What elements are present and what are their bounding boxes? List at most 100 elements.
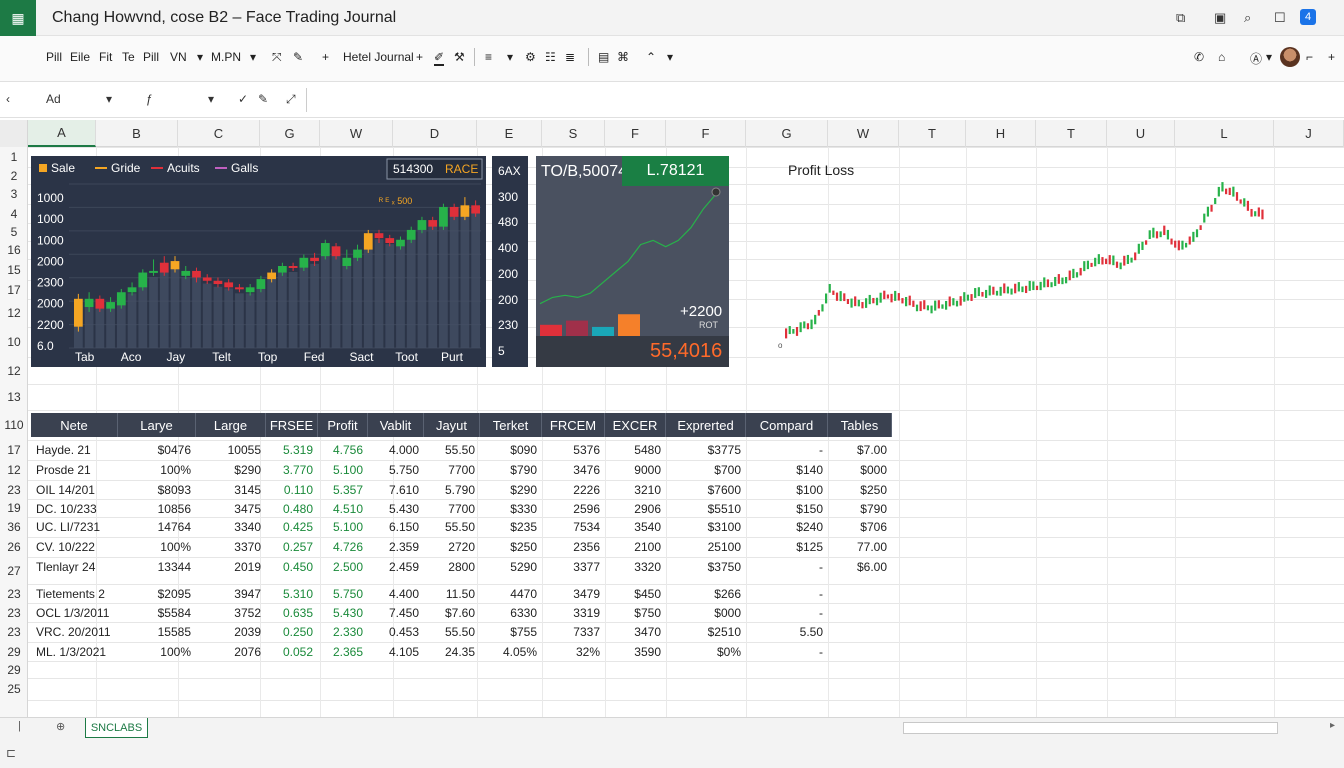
table-cell[interactable]: 3947 xyxy=(201,585,261,603)
function-icon[interactable]: ƒ xyxy=(146,92,153,106)
table-cell[interactable]: 2100 xyxy=(610,538,661,556)
list-icon[interactable]: ☷ xyxy=(545,50,556,64)
table-cell[interactable]: $100 xyxy=(751,481,823,499)
row-header-23[interactable]: 23 xyxy=(0,606,28,620)
table-row-name[interactable]: Tlenlayr 24 xyxy=(36,558,113,576)
table-header-compard[interactable]: Compard xyxy=(746,413,828,437)
row-header-23[interactable]: 23 xyxy=(0,587,28,601)
table-cell[interactable]: 2076 xyxy=(201,643,261,661)
table-cell[interactable]: $5510 xyxy=(671,500,741,518)
table-cell[interactable]: 11.50 xyxy=(429,585,475,603)
back-arrow-icon[interactable]: ‹ xyxy=(6,92,10,106)
table-header-excer[interactable]: EXCER xyxy=(605,413,666,437)
grid-icon[interactable]: ▦ xyxy=(0,0,36,36)
table-header-terket[interactable]: Terket xyxy=(480,413,542,437)
table-cell[interactable]: 2906 xyxy=(610,500,661,518)
table-cell[interactable]: $250 xyxy=(833,481,887,499)
table-cell[interactable]: 5.430 xyxy=(373,500,419,518)
menu-item-mpn[interactable]: M.PN xyxy=(211,50,241,64)
table-cell[interactable]: $140 xyxy=(751,461,823,479)
table-cell[interactable]: 77.00 xyxy=(833,538,887,556)
table-cell[interactable]: 5.790 xyxy=(429,481,475,499)
table-cell[interactable]: 3470 xyxy=(610,623,661,641)
window-icon[interactable]: ☐ xyxy=(1274,10,1286,26)
table-cell[interactable]: $7600 xyxy=(671,481,741,499)
table-cell[interactable]: $790 xyxy=(485,461,537,479)
table-cell[interactable]: 2.330 xyxy=(323,623,363,641)
dropdown-arrow-icon[interactable]: ▾ xyxy=(667,50,673,64)
row-header-17[interactable]: 17 xyxy=(0,283,28,297)
table-cell[interactable]: $706 xyxy=(833,518,887,536)
table-cell[interactable]: 0.635 xyxy=(271,604,313,622)
summary-chart[interactable] xyxy=(536,156,729,367)
table-cell[interactable]: $5584 xyxy=(123,604,191,622)
table-cell[interactable]: 2.359 xyxy=(373,538,419,556)
row-header-26[interactable]: 26 xyxy=(0,540,28,554)
avatar[interactable] xyxy=(1280,47,1300,67)
table-cell[interactable]: - xyxy=(751,441,823,459)
more-icon[interactable]: ⌐ xyxy=(1306,50,1313,64)
row-header-25[interactable]: 25 xyxy=(0,682,28,696)
table-cell[interactable]: - xyxy=(751,643,823,661)
dropdown-arrow-icon[interactable]: ▾ xyxy=(250,50,256,64)
table-cell[interactable]: 9000 xyxy=(610,461,661,479)
table-cell[interactable]: $250 xyxy=(485,538,537,556)
table-cell[interactable]: $7.60 xyxy=(429,604,475,622)
table-cell[interactable]: $3750 xyxy=(671,558,741,576)
table-cell[interactable]: 5.319 xyxy=(271,441,313,459)
table-cell[interactable]: $290 xyxy=(201,461,261,479)
table-cell[interactable]: $000 xyxy=(671,604,741,622)
table-cell[interactable]: 4.400 xyxy=(373,585,419,603)
column-header-f[interactable]: F xyxy=(605,120,666,147)
tools-icon[interactable]: ⚒ xyxy=(454,50,465,64)
table-header-large[interactable]: Large xyxy=(196,413,266,437)
check-icon[interactable]: ✓ xyxy=(238,92,248,106)
table-cell[interactable]: 0.480 xyxy=(271,500,313,518)
table-cell[interactable]: 5.750 xyxy=(373,461,419,479)
table-cell[interactable]: $235 xyxy=(485,518,537,536)
horizontal-scrollbar[interactable] xyxy=(903,722,1278,734)
table-cell[interactable]: 3475 xyxy=(201,500,261,518)
table-cell[interactable]: $3100 xyxy=(671,518,741,536)
table-cell[interactable]: 4.05% xyxy=(485,643,537,661)
table-cell[interactable]: $2510 xyxy=(671,623,741,641)
table-cell[interactable]: $330 xyxy=(485,500,537,518)
row-header-29[interactable]: 29 xyxy=(0,645,28,659)
share-icon[interactable]: ⧉ xyxy=(1176,10,1185,26)
menu-item-pill-2[interactable]: Pill xyxy=(143,50,159,64)
column-header-j[interactable]: J xyxy=(1274,120,1344,147)
table-cell[interactable]: 0.250 xyxy=(271,623,313,641)
table-cell[interactable]: $8093 xyxy=(123,481,191,499)
table-cell[interactable]: 7700 xyxy=(429,461,475,479)
table-cell[interactable]: 10856 xyxy=(123,500,191,518)
row-header-13[interactable]: 13 xyxy=(0,390,28,404)
table-cell[interactable]: $2095 xyxy=(123,585,191,603)
table-cell[interactable]: $0% xyxy=(671,643,741,661)
table-cell[interactable]: 3145 xyxy=(201,481,261,499)
row-header-27[interactable]: 27 xyxy=(0,564,28,578)
menu-item-file[interactable]: Eile xyxy=(70,50,90,64)
dropdown-arrow-icon[interactable]: ▾ xyxy=(507,50,513,64)
table-cell[interactable]: 24.35 xyxy=(429,643,475,661)
table-cell[interactable]: 3320 xyxy=(610,558,661,576)
table-cell[interactable]: 5376 xyxy=(547,441,600,459)
row-header-36[interactable]: 36 xyxy=(0,520,28,534)
sheet-tab-active[interactable]: SNCLABS xyxy=(85,718,148,738)
table-row-name[interactable]: DC. 10/233 xyxy=(36,500,113,518)
table-cell[interactable]: 25100 xyxy=(671,538,741,556)
table-cell[interactable]: 3340 xyxy=(201,518,261,536)
table-cell[interactable]: 5.750 xyxy=(323,585,363,603)
column-header-e[interactable]: E xyxy=(477,120,542,147)
table-cell[interactable]: 0.450 xyxy=(271,558,313,576)
table-cell[interactable]: $125 xyxy=(751,538,823,556)
table-cell[interactable]: 2800 xyxy=(429,558,475,576)
menu-item-pill[interactable]: Pill xyxy=(46,50,62,64)
insert-function-icon[interactable]: ⤢ xyxy=(286,92,296,107)
table-cell[interactable]: - xyxy=(751,604,823,622)
table-cell[interactable]: 3590 xyxy=(610,643,661,661)
menu-lines-icon[interactable]: ≣ xyxy=(565,50,575,64)
table-cell[interactable]: $150 xyxy=(751,500,823,518)
row-header-15[interactable]: 15 xyxy=(0,263,28,277)
table-cell[interactable]: 5.50 xyxy=(751,623,823,641)
column-header-h[interactable]: H xyxy=(966,120,1036,147)
